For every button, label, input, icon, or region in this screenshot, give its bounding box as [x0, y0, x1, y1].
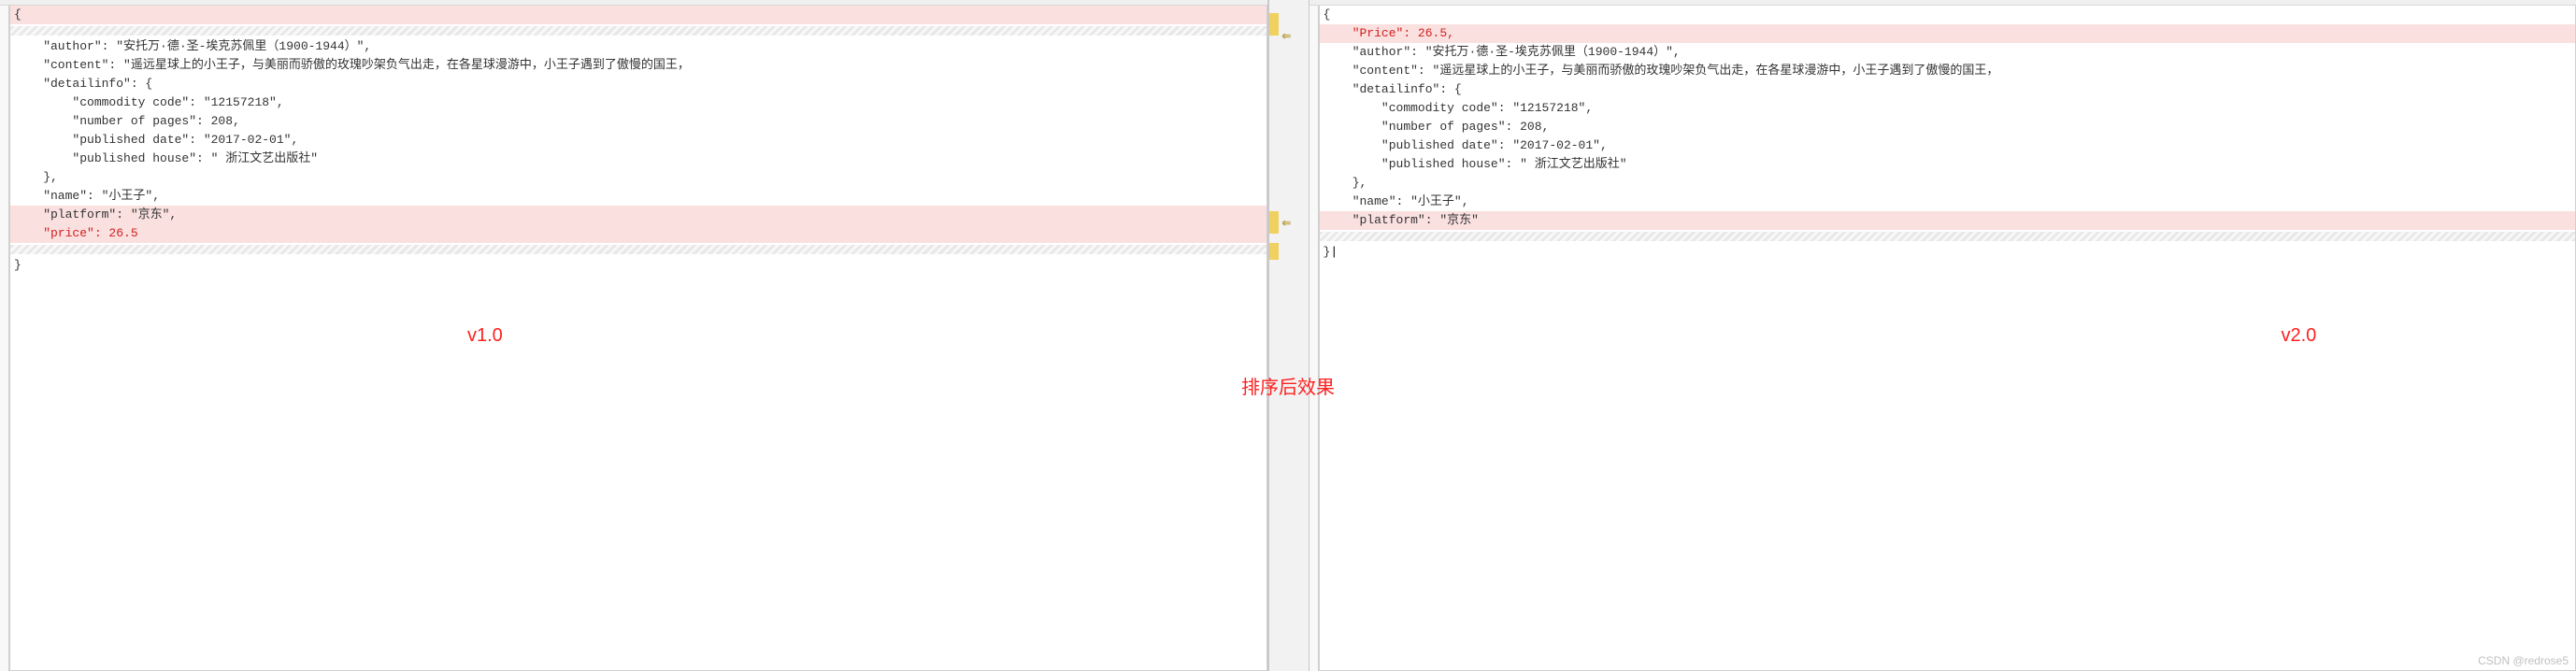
- version-label-left: v1.0: [467, 325, 503, 347]
- hatched-gap: [10, 26, 1267, 36]
- code-line[interactable]: }: [10, 256, 1267, 275]
- center-caption: 排序后效果: [1241, 372, 1335, 399]
- code-line[interactable]: "author": "安托万·德·圣-埃克苏佩里（1900-1944）",: [1320, 43, 2576, 62]
- middle-gutter: ⇐ ⇐: [1268, 0, 1309, 671]
- code-line[interactable]: "published house": " 浙江文艺出版社": [10, 150, 1267, 168]
- watermark: CSDN @redrose5: [2478, 654, 2569, 667]
- hatched-gap: [10, 245, 1267, 254]
- right-code-area[interactable]: { "Price": 26.5, "author": "安托万·德·圣-埃克苏佩…: [1319, 6, 2576, 671]
- code-line[interactable]: "published house": " 浙江文艺出版社": [1320, 155, 2576, 174]
- diff-marker: [1269, 211, 1279, 234]
- left-pane: { "author": "安托万·德·圣-埃克苏佩里（1900-1944）", …: [0, 0, 1268, 671]
- code-line[interactable]: "platform": "京东": [1320, 211, 2576, 230]
- code-line[interactable]: "commodity code": "12157218",: [1320, 99, 2576, 118]
- code-line[interactable]: "published date": "2017-02-01",: [10, 131, 1267, 150]
- merge-left-arrow-icon[interactable]: ⇐: [1282, 26, 1292, 45]
- code-line[interactable]: "content": "遥远星球上的小王子，与美丽而骄傲的玫瑰吵架负气出走，在各…: [10, 56, 1267, 75]
- left-code-area[interactable]: { "author": "安托万·德·圣-埃克苏佩里（1900-1944）", …: [9, 6, 1267, 671]
- code-line[interactable]: "platform": "京东",: [10, 206, 1267, 224]
- code-line[interactable]: }: [1320, 243, 2576, 262]
- code-line[interactable]: {: [1320, 6, 2576, 24]
- code-line[interactable]: "published date": "2017-02-01",: [1320, 136, 2576, 155]
- right-pane: { "Price": 26.5, "author": "安托万·德·圣-埃克苏佩…: [1309, 0, 2576, 671]
- code-line[interactable]: "number of pages": 208,: [1320, 118, 2576, 136]
- code-line[interactable]: "name": "小王子",: [10, 187, 1267, 206]
- code-line[interactable]: "price": 26.5: [10, 224, 1267, 243]
- code-line[interactable]: "detailinfo": {: [1320, 80, 2576, 99]
- code-line[interactable]: },: [1320, 174, 2576, 193]
- diff-marker: [1269, 13, 1279, 36]
- merge-left-arrow-icon[interactable]: ⇐: [1282, 213, 1292, 232]
- code-line[interactable]: "author": "安托万·德·圣-埃克苏佩里（1900-1944）",: [10, 37, 1267, 56]
- left-gutter: [0, 6, 9, 671]
- code-line[interactable]: "name": "小王子",: [1320, 193, 2576, 211]
- code-line[interactable]: "detailinfo": {: [10, 75, 1267, 93]
- version-label-right: v2.0: [2282, 325, 2317, 347]
- right-gutter: [1309, 6, 1319, 671]
- diff-marker: [1269, 243, 1279, 260]
- code-line[interactable]: "number of pages": 208,: [10, 112, 1267, 131]
- hatched-gap: [1320, 232, 2576, 241]
- code-line[interactable]: },: [10, 168, 1267, 187]
- code-line[interactable]: {: [10, 6, 1267, 24]
- code-line[interactable]: "content": "遥远星球上的小王子，与美丽而骄傲的玫瑰吵架负气出走，在各…: [1320, 62, 2576, 80]
- code-line[interactable]: "commodity code": "12157218",: [10, 93, 1267, 112]
- code-line[interactable]: "Price": 26.5,: [1320, 24, 2576, 43]
